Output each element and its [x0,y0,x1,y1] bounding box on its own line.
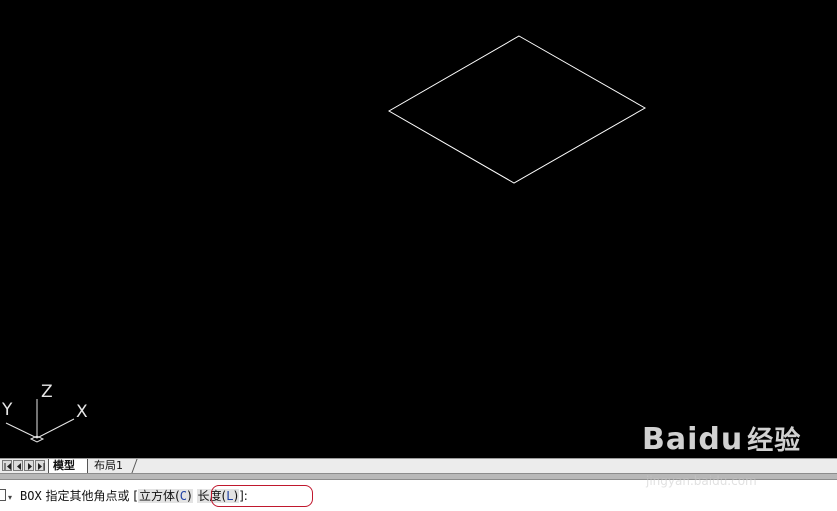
prompt-text: 指定其他角点或 [45,489,130,503]
watermark-logo: Baidu 经验 [642,420,801,457]
option-cube-label: 立方体 [139,489,176,503]
option-length-highlight [211,485,313,507]
model-space-canvas[interactable] [0,0,837,458]
command-history-arrow-icon[interactable]: ▾ [8,493,12,502]
ucs-icon [5,399,75,443]
watermark-logo-text: Baidu [642,422,744,457]
box-base-rhombus[interactable] [387,35,647,184]
command-name: BOX [20,489,42,503]
ucs-z-label: Z [41,382,53,402]
last-arrow-icon [38,463,45,470]
tab-model[interactable]: 模型 [48,459,88,473]
ucs-y-label: Y [2,400,13,420]
drawing-viewport[interactable]: Z X Y [0,0,837,458]
baidu-jingyan-watermark: Baidu 经验 jingyan.baidu.com [642,420,802,490]
watermark-logo-suffix: 经验 [747,426,802,456]
next-arrow-icon [28,463,32,470]
option-cube[interactable]: 立方体(C) [138,489,193,503]
prev-tab-button[interactable] [13,460,23,471]
first-arrow-icon [4,463,11,470]
next-tab-button[interactable] [24,460,34,471]
watermark-url: jingyan.baidu.com [646,474,757,488]
option-cube-key: C [179,489,187,503]
last-tab-button[interactable] [35,460,45,471]
tab-layout1[interactable]: 布局1 [90,459,136,473]
ucs-x-label: X [76,402,88,422]
prev-arrow-icon [17,463,21,470]
first-tab-button[interactable] [2,460,12,471]
command-window-grip[interactable] [0,489,6,501]
